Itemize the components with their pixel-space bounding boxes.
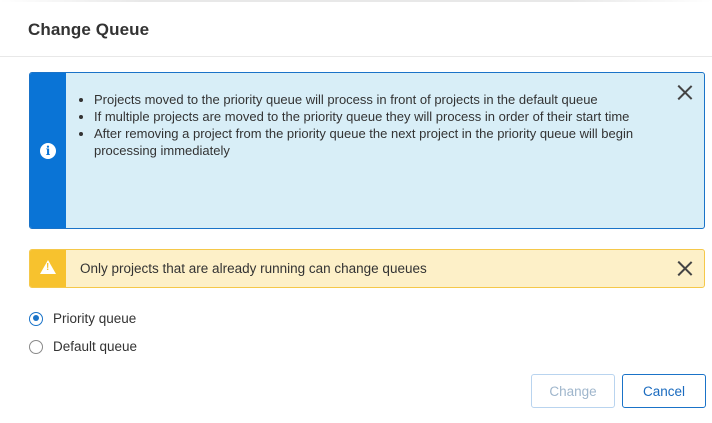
info-icon: i <box>40 143 56 159</box>
priority-queue-radio[interactable] <box>29 311 43 326</box>
cancel-button[interactable]: Cancel <box>622 374 706 408</box>
priority-queue-label: Priority queue <box>53 311 137 326</box>
info-item: Projects moved to the priority queue wil… <box>94 91 664 108</box>
info-list: Projects moved to the priority queue wil… <box>78 91 664 159</box>
top-edge <box>0 0 712 2</box>
warning-alert: ! Only projects that are already running… <box>29 249 705 288</box>
info-alert: i Projects moved to the priority queue w… <box>29 72 705 229</box>
default-queue-option[interactable]: Default queue <box>29 339 137 354</box>
info-item: If multiple projects are moved to the pr… <box>94 108 664 125</box>
close-icon[interactable] <box>677 84 693 100</box>
priority-queue-option[interactable]: Priority queue <box>29 311 136 326</box>
info-item: After removing a project from the priori… <box>94 125 664 159</box>
title-divider <box>0 56 712 57</box>
warning-strip: ! <box>30 250 66 287</box>
dialog-title: Change Queue <box>28 20 150 39</box>
change-button[interactable]: Change <box>531 374 615 408</box>
warning-text: Only projects that are already running c… <box>80 261 427 276</box>
change-queue-dialog: Change Queue i Projects moved to the pri… <box>0 0 712 423</box>
close-icon[interactable] <box>677 260 693 276</box>
default-queue-label: Default queue <box>53 339 138 354</box>
info-strip: i <box>30 73 66 228</box>
default-queue-radio[interactable] <box>29 339 43 354</box>
warning-icon: ! <box>40 260 56 274</box>
